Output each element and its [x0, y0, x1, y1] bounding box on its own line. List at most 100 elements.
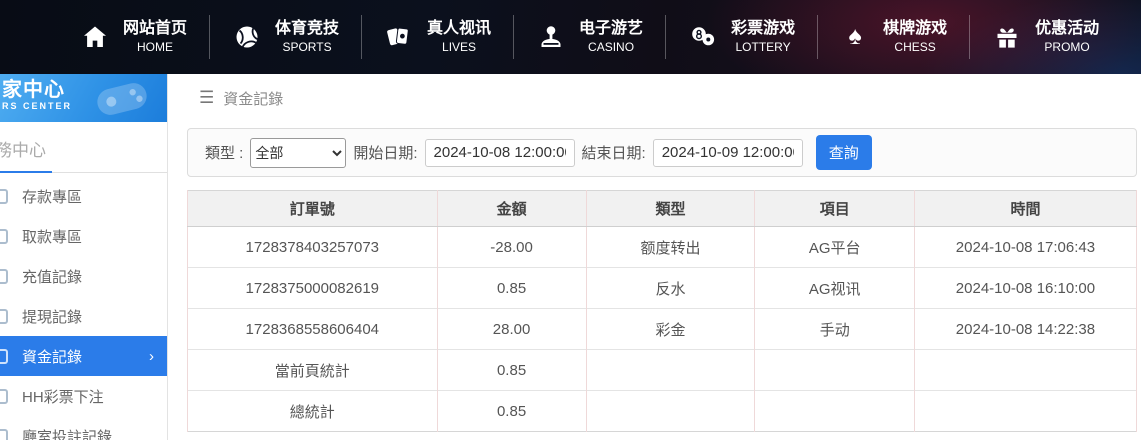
column-header-amount: 金額	[437, 191, 586, 227]
deposit-icon	[0, 189, 8, 204]
content-area: ☰ 資金記錄 類型 : 全部 開始日期: 結束日期: 查詢 訂單號 金額 類型	[168, 74, 1141, 440]
type-label: 類型 :	[205, 142, 243, 163]
nav-item-lottery[interactable]: 彩票游戏 LOTTERY	[666, 19, 817, 55]
nav-label-en: HOME	[123, 40, 187, 56]
spade-icon: ♠	[840, 22, 870, 52]
filter-bar: 類型 : 全部 開始日期: 結束日期: 查詢	[187, 128, 1137, 177]
fund-records-table: 訂單號 金額 類型 項目 時間 1728378403257073 -28.00 …	[187, 190, 1137, 432]
cell-item: 手动	[755, 309, 914, 350]
nav-item-casino[interactable]: 电子游艺 CASINO	[514, 19, 665, 55]
table-row: 1728368558606404 28.00 彩金 手动 2024-10-08 …	[188, 309, 1137, 350]
withdraw-icon	[0, 229, 8, 244]
cell-label: 總統計	[188, 391, 438, 432]
sidebar-item-label: HH彩票下注	[22, 386, 104, 407]
table-row: 1728375000082619 0.85 反水 AG视讯 2024-10-08…	[188, 268, 1137, 309]
cell-time: 2024-10-08 17:06:43	[914, 227, 1136, 268]
nav-label-en: PROMO	[1035, 40, 1099, 56]
room-bet-icon	[0, 429, 8, 440]
fund-record-icon	[0, 349, 8, 364]
cell-amount: 28.00	[437, 309, 586, 350]
cell-order-no: 1728378403257073	[188, 227, 438, 268]
sidebar-item-recharge-records[interactable]: 充值記錄	[0, 256, 167, 296]
cell-order-no: 1728368558606404	[188, 309, 438, 350]
home-icon	[80, 22, 110, 52]
main-area: 家中心 RS CENTER 務中心 存款專區 取款專區 充值記錄	[0, 74, 1141, 440]
sidebar-item-fund-records[interactable]: 資金記錄 ›	[0, 336, 167, 376]
sports-ball-icon	[232, 22, 262, 52]
cell-empty	[914, 350, 1136, 391]
start-date-input[interactable]	[425, 139, 575, 167]
end-date-label: 結束日期:	[582, 142, 646, 163]
sidebar-header: 家中心 RS CENTER	[0, 74, 167, 122]
sidebar-item-label: 取款專區	[22, 226, 82, 247]
column-header-time: 時間	[914, 191, 1136, 227]
breadcrumb: ☰ 資金記錄	[168, 74, 1141, 122]
sidebar: 家中心 RS CENTER 務中心 存款專區 取款專區 充值記錄	[0, 74, 168, 440]
nav-item-chess[interactable]: ♠ 棋牌游戏 CHESS	[818, 19, 969, 55]
sidebar-item-label: 資金記錄	[22, 346, 82, 367]
roulette-icon	[536, 22, 566, 52]
page-title: 資金記錄	[223, 88, 283, 109]
cell-time: 2024-10-08 16:10:00	[914, 268, 1136, 309]
nav-item-lives[interactable]: 真人视讯 LIVES	[362, 19, 513, 55]
cell-empty	[755, 391, 914, 432]
sidebar-item-deposit-zone[interactable]: 存款專區	[0, 176, 167, 216]
cell-amount: 0.85	[437, 350, 586, 391]
withdrawal-record-icon	[0, 309, 8, 324]
sidebar-item-hh-lottery-bets[interactable]: HH彩票下注	[0, 376, 167, 416]
table-header-row: 訂單號 金額 類型 項目 時間	[188, 191, 1137, 227]
start-date-label: 開始日期:	[353, 142, 417, 163]
gamepad-icon	[87, 78, 157, 120]
hamburger-menu-icon[interactable]: ☰	[199, 88, 214, 108]
cell-empty	[586, 350, 755, 391]
nav-label-zh: 电子游艺	[579, 19, 643, 40]
nav-label-zh: 彩票游戏	[731, 19, 795, 40]
lottery-bet-icon	[0, 389, 8, 404]
sidebar-section-tab-label: 務中心	[0, 141, 46, 160]
sidebar-item-label: 存款專區	[22, 186, 82, 207]
sidebar-item-label: 充值記錄	[22, 266, 82, 287]
sidebar-section-tab[interactable]: 務中心	[0, 136, 167, 173]
cell-type: 彩金	[586, 309, 755, 350]
nav-label-en: LOTTERY	[731, 40, 795, 56]
nav-item-sports[interactable]: 体育竞技 SPORTS	[210, 19, 361, 55]
sidebar-item-withdrawal-records[interactable]: 提現記錄	[0, 296, 167, 336]
playing-cards-icon	[384, 22, 414, 52]
sidebar-item-label: 廳室投註記錄	[22, 426, 112, 440]
sidebar-item-label: 提現記錄	[22, 306, 82, 327]
sidebar-item-withdraw-zone[interactable]: 取款專區	[0, 216, 167, 256]
cell-amount: -28.00	[437, 227, 586, 268]
nav-label-zh: 真人视讯	[427, 19, 491, 40]
nav-label-zh: 网站首页	[123, 19, 187, 40]
nav-label-en: CHESS	[883, 40, 947, 56]
cell-item: AG平台	[755, 227, 914, 268]
cell-amount: 0.85	[437, 268, 586, 309]
column-header-order-no: 訂單號	[188, 191, 438, 227]
nav-label-zh: 优惠活动	[1035, 19, 1099, 40]
table-row-page-total: 當前頁統計 0.85	[188, 350, 1137, 391]
end-date-input[interactable]	[653, 139, 803, 167]
nav-item-promo[interactable]: 优惠活动 PROMO	[970, 19, 1121, 55]
nav-item-home[interactable]: 网站首页 HOME	[58, 19, 209, 55]
search-button[interactable]: 查詢	[816, 135, 872, 170]
nav-label-en: SPORTS	[275, 40, 339, 56]
column-header-type: 類型	[586, 191, 755, 227]
recharge-record-icon	[0, 269, 8, 284]
sidebar-menu: 存款專區 取款專區 充值記錄 提現記錄 資金記錄 › HH彩票下注	[0, 176, 167, 440]
lottery-balls-icon	[688, 22, 718, 52]
cell-type: 反水	[586, 268, 755, 309]
cell-type: 额度转出	[586, 227, 755, 268]
top-navigation: 网站首页 HOME 体育竞技 SPORTS 真人视讯 LIVES 电子游艺 CA…	[0, 0, 1141, 74]
cell-amount: 0.85	[437, 391, 586, 432]
table-row-grand-total: 總統計 0.85	[188, 391, 1137, 432]
nav-label-zh: 体育竞技	[275, 19, 339, 40]
nav-label-en: CASINO	[579, 40, 643, 56]
sidebar-item-room-bet-records[interactable]: 廳室投註記錄	[0, 416, 167, 440]
cell-time: 2024-10-08 14:22:38	[914, 309, 1136, 350]
type-select[interactable]: 全部	[250, 138, 346, 168]
cell-item: AG视讯	[755, 268, 914, 309]
chevron-right-icon: ›	[149, 349, 154, 364]
nav-label-en: LIVES	[427, 40, 491, 56]
cell-order-no: 1728375000082619	[188, 268, 438, 309]
cell-empty	[914, 391, 1136, 432]
